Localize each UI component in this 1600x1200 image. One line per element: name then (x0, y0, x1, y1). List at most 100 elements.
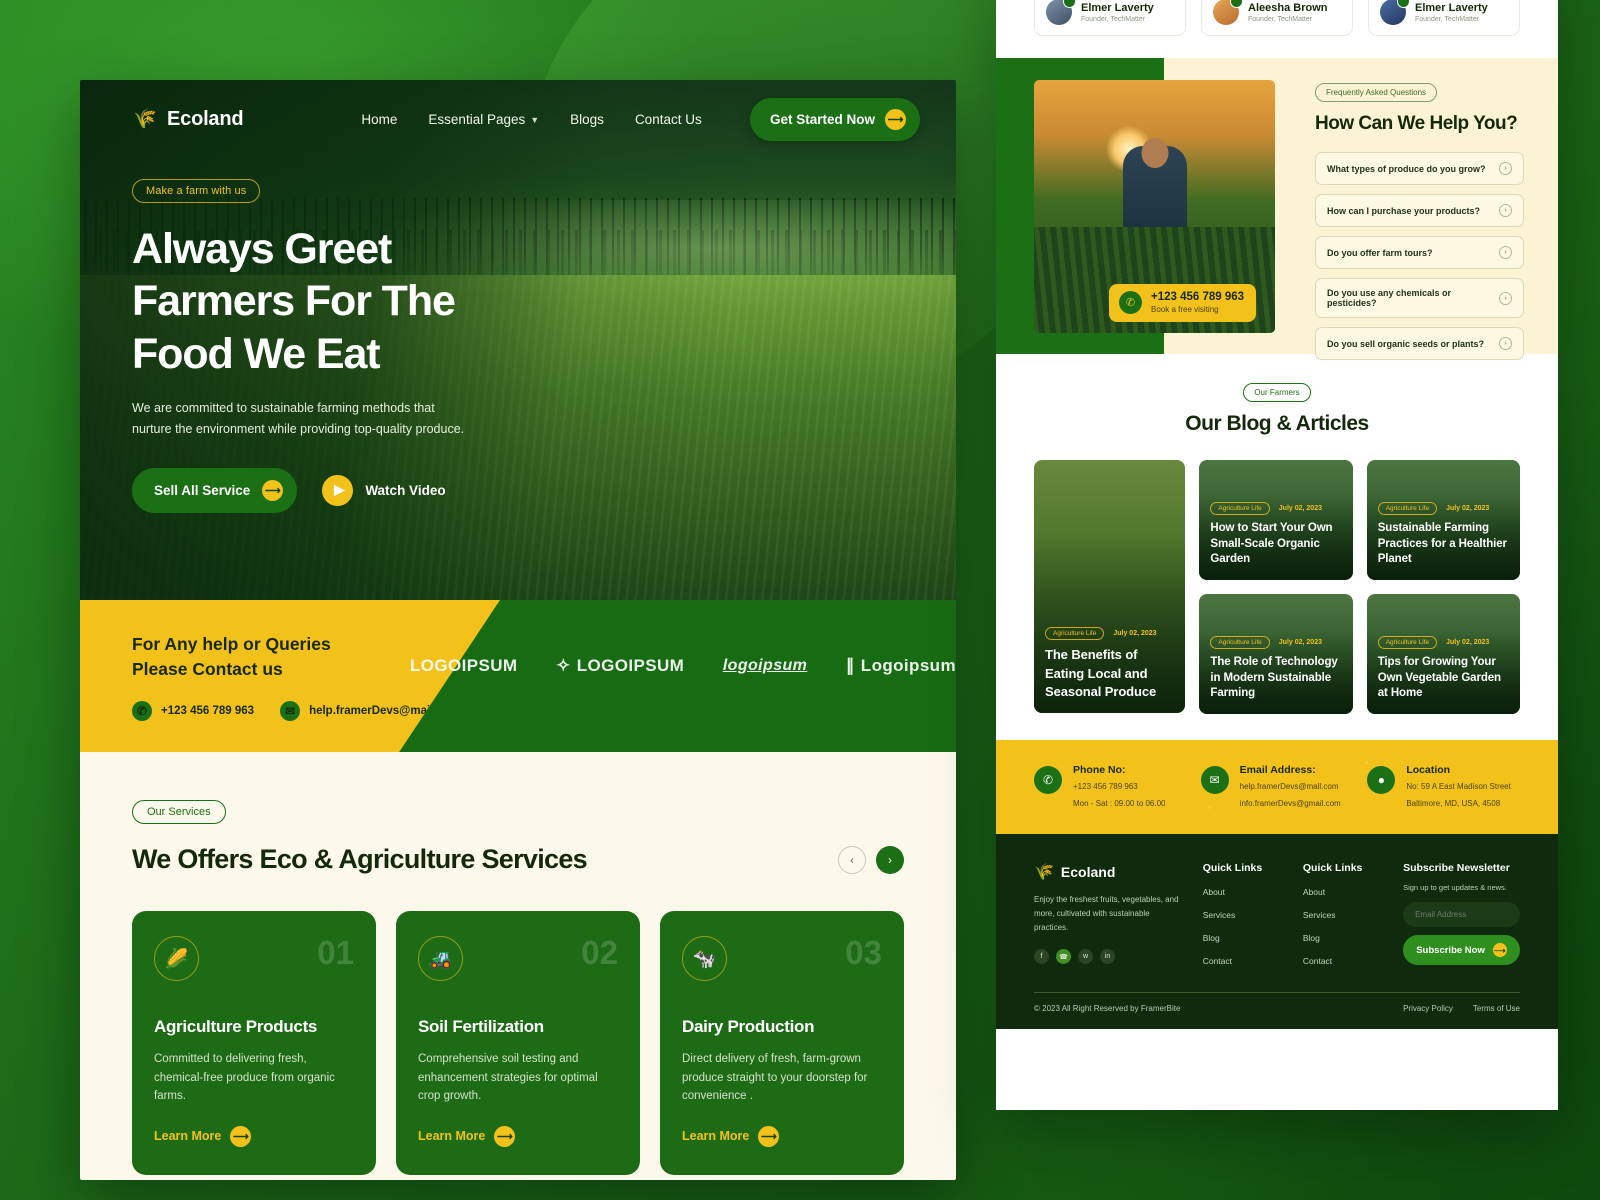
blog-card-title: Tips for Growing Your Own Vegetable Gard… (1377, 656, 1501, 700)
nav-item-home[interactable]: Home (361, 112, 397, 127)
service-card[interactable]: 🚜 02 Soil Fertilization Comprehensive so… (396, 911, 640, 1175)
brand-logo[interactable]: 🌾 Ecoland (132, 107, 243, 133)
contact-email-value: help.framerDevs@mail.com (309, 704, 461, 717)
blog-column-featured: Agriculture Life July 02, 2023 The Benef… (1034, 460, 1186, 714)
contact-info-phone[interactable]: ✆ Phone No: +123 456 789 963 Mon - Sat :… (1034, 764, 1187, 810)
nav-item-label: Contact Us (634, 112, 702, 127)
blog-column-right: Agriculture Life July 02, 2023 Sustainab… (1366, 460, 1521, 714)
testimonial-card[interactable]: “ Aleesha Brown Founder, TechMatter (1201, 0, 1353, 36)
footer-brand[interactable]: 🌾 Ecoland (1034, 862, 1183, 882)
avatar: “ (1046, 0, 1076, 25)
footer-link-blog[interactable]: Blog (1303, 933, 1383, 943)
get-started-label: Get Started Now (769, 112, 875, 127)
arrow-right-icon: ⟶ (885, 109, 906, 130)
hero-title-line: Farmers For The (132, 277, 456, 326)
service-card-top: 🚜 02 (418, 936, 618, 981)
footer-link-about[interactable]: About (1303, 887, 1383, 897)
learn-more-label: Learn More (154, 1129, 222, 1144)
footer-link-contact[interactable]: Contact (1303, 956, 1383, 966)
contact-info-bar: ✆ Phone No: +123 456 789 963 Mon - Sat :… (996, 740, 1558, 834)
services-header: We Offers Eco & Agriculture Services ‹ › (132, 844, 904, 875)
services-heading: We Offers Eco & Agriculture Services (132, 844, 588, 874)
faq-item[interactable]: How can I purchase your products? › (1315, 194, 1524, 227)
faq-question: Do you offer farm tours? (1327, 247, 1433, 258)
chevron-right-icon: › (1499, 337, 1512, 350)
learn-more-link[interactable]: Learn More ⟶ (154, 1125, 354, 1147)
service-card-text: Comprehensive soil testing and enhanceme… (418, 1053, 598, 1103)
linkedin-icon[interactable]: in (1100, 949, 1115, 964)
subscribe-button[interactable]: Subscribe Now ⟶ (1403, 935, 1520, 965)
blog-tag: Agriculture Life (1210, 636, 1270, 650)
blog-date: July 02, 2023 (1113, 630, 1157, 638)
learn-more-label: Learn More (418, 1129, 486, 1144)
learn-more-link[interactable]: Learn More ⟶ (418, 1125, 618, 1147)
terms-of-use-link[interactable]: Terms of Use (1473, 1004, 1520, 1013)
faq-item[interactable]: Do you sell organic seeds or plants? › (1315, 327, 1524, 360)
facebook-icon[interactable]: f (1034, 949, 1049, 964)
sell-all-service-button[interactable]: Sell All Service ⟶ (132, 467, 298, 513)
nav-item-label: Home (361, 112, 398, 127)
footer-links-column-2: Quick Links About Services Blog Contact (1303, 862, 1383, 966)
footer-link-about[interactable]: About (1203, 887, 1283, 897)
blog-card-featured[interactable]: Agriculture Life July 02, 2023 The Benef… (1034, 460, 1186, 713)
testimonial-card[interactable]: “ Elmer Laverty Founder, TechMatter (1368, 0, 1520, 36)
wheat-icon: 🌾 (133, 109, 157, 130)
blog-date: July 02, 2023 (1446, 505, 1490, 513)
service-card[interactable]: 🌽 01 Agriculture Products Committed to d… (132, 911, 376, 1175)
service-card-title: Dairy Production (682, 1017, 815, 1036)
nav-item-contact-us[interactable]: Contact Us (635, 112, 702, 127)
blog-card-meta: Agriculture Life July 02, 2023 (1210, 636, 1341, 650)
footer-socials: f ☎ w in (1034, 949, 1183, 964)
footer-bottom: © 2023 All Right Reserved by FramerBite … (1034, 993, 1520, 1029)
contact-title-line: Please Contact us (132, 659, 283, 680)
newsletter-email-input[interactable] (1403, 902, 1520, 927)
nav-item-blogs[interactable]: Blogs (570, 112, 604, 127)
footer-newsletter-column: Subscribe Newsletter Sign up to get upda… (1403, 862, 1520, 966)
footer-link-services[interactable]: Services (1303, 910, 1383, 920)
get-started-button[interactable]: Get Started Now ⟶ (749, 98, 920, 141)
blog-card[interactable]: Agriculture Life July 02, 2023 How to St… (1199, 460, 1353, 580)
faq-item[interactable]: Do you use any chemicals or pesticides? … (1315, 278, 1524, 318)
footer-link-services[interactable]: Services (1203, 910, 1283, 920)
copyright-text: © 2023 All Right Reserved by FramerBite (1034, 1004, 1181, 1013)
brand-name: Ecoland (167, 108, 244, 130)
blog-pill: Our Farmers (1243, 383, 1311, 402)
testimonial-card[interactable]: “ Elmer Laverty Founder, TechMatter (1034, 0, 1186, 36)
hero-subtitle: We are committed to sustainable farming … (132, 401, 465, 436)
contact-email[interactable]: ✉ help.framerDevs@mail.com (280, 700, 461, 721)
blog-card[interactable]: Agriculture Life July 02, 2023 Sustainab… (1366, 460, 1521, 580)
phone-badge[interactable]: ✆ +123 456 789 963 Book a free visiting (1109, 284, 1257, 322)
hero-title: Always Greet Farmers For The Food We Eat (132, 223, 560, 380)
nav-item-essential-pages[interactable]: Essential Pages ▼ (428, 112, 539, 127)
newsletter-heading: Subscribe Newsletter (1403, 862, 1510, 874)
carousel-next-button[interactable]: › (876, 845, 904, 874)
whatsapp-icon[interactable]: ☎ (1056, 949, 1071, 964)
service-card[interactable]: 🐄 03 Dairy Production Direct delivery of… (660, 911, 904, 1175)
arrow-right-icon: ⟶ (262, 479, 284, 501)
carousel-prev-button[interactable]: ‹ (838, 845, 866, 874)
blog-card[interactable]: Agriculture Life July 02, 2023 The Role … (1199, 594, 1353, 714)
contact-phone[interactable]: ✆ +123 456 789 963 (132, 700, 255, 721)
footer-link-blog[interactable]: Blog (1203, 933, 1283, 943)
chevron-right-icon: › (1499, 162, 1512, 175)
logo-label: Logoipsum (860, 656, 956, 675)
privacy-policy-link[interactable]: Privacy Policy (1403, 1004, 1453, 1013)
logo-label: logoipsum (722, 657, 808, 674)
faq-item[interactable]: What types of produce do you grow? › (1315, 152, 1524, 185)
faq-heading: How Can We Help You? (1315, 113, 1518, 134)
services-carousel-nav: ‹ › (838, 845, 904, 874)
contact-info-email[interactable]: ✉ Email Address: help.framerDevs@mall.co… (1200, 764, 1354, 810)
watch-video-button[interactable]: ▶ Watch Video (322, 474, 446, 506)
newsletter-description: Sign up to get updates & news. (1403, 883, 1507, 892)
learn-more-link[interactable]: Learn More ⟶ (682, 1125, 882, 1147)
chevrons-icon: ∥ (845, 656, 855, 675)
contact-info-location[interactable]: ● Location No: 59 A East Madison Street … (1367, 764, 1520, 810)
tractor-icon: 🚜 (418, 936, 463, 981)
blog-card[interactable]: Agriculture Life July 02, 2023 Tips for … (1366, 594, 1521, 714)
twitter-icon[interactable]: w (1078, 949, 1093, 964)
footer-link-contact[interactable]: Contact (1203, 956, 1283, 966)
contact-phone-value: +123 456 789 963 (161, 704, 255, 717)
faq-pill: Frequently Asked Questions (1315, 83, 1438, 102)
faq-item[interactable]: Do you offer farm tours? › (1315, 236, 1524, 269)
leaf-icon: ✧ (556, 656, 571, 675)
